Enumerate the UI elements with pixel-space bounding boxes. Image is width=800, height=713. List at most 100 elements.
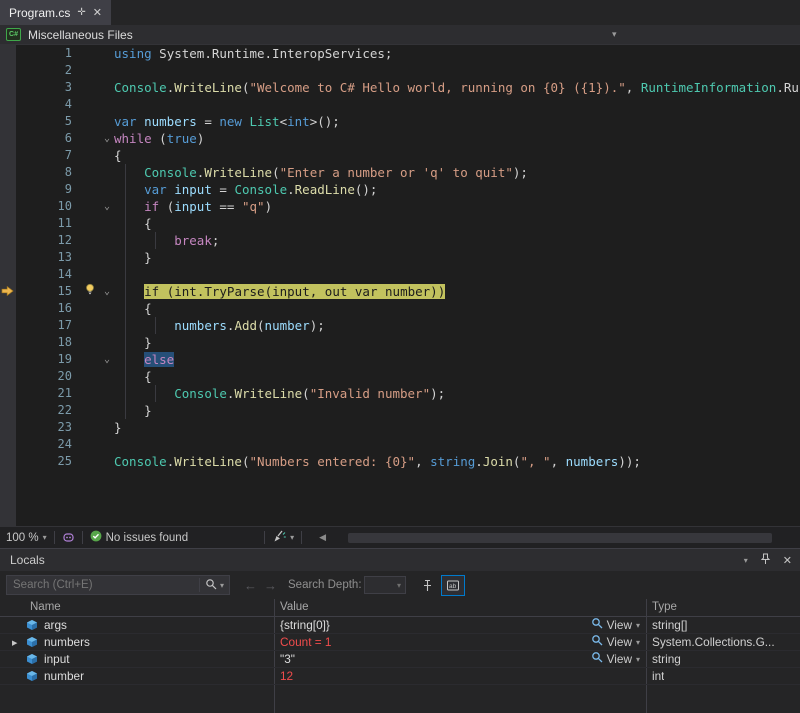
code-text[interactable]: if (int.TryParse(input, out var number)) [114,283,800,300]
line-number: 5 [16,113,80,130]
code-text[interactable]: { [114,368,800,385]
fold-chevron-icon[interactable]: ⌄ [100,351,114,368]
code-text[interactable]: } [114,402,800,419]
locals-title-bar[interactable]: Locals ▾ ✕ [0,549,800,571]
code-text[interactable]: Console.WriteLine("Welcome to C# Hello w… [114,79,800,96]
column-header-type[interactable]: Type [652,601,677,613]
code-text[interactable]: var numbers = new List<int>(); [114,113,800,130]
code-line[interactable]: 2 [0,62,800,79]
code-text[interactable]: } [114,249,800,266]
search-depth-combo[interactable]: ▾ [364,576,406,594]
lightbulb-icon[interactable] [80,283,100,300]
search-forward-arrow-icon[interactable]: → [264,578,277,593]
glyph-margin [80,232,100,249]
pin-icon[interactable] [760,553,771,568]
scrollbar-left-arrow[interactable]: ◀ [319,532,326,543]
code-text[interactable] [114,62,800,79]
view-visualizer-button[interactable]: View▾ [591,617,640,634]
locals-row-args[interactable]: args{string[0]}View▾string[] [0,617,800,634]
glyph-margin [80,96,100,113]
line-number: 7 [16,147,80,164]
horizontal-scrollbar-thumb[interactable] [348,533,772,543]
code-line[interactable]: 4 [0,96,800,113]
code-line[interactable]: 19⌄ else [0,351,800,368]
window-position-icon[interactable]: ▾ [744,556,748,565]
pin-to-source-icon[interactable] [416,575,438,596]
code-text[interactable]: Console.WriteLine("Numbers entered: {0}"… [114,453,800,470]
code-line[interactable]: 12 break; [0,232,800,249]
code-text[interactable]: { [114,147,800,164]
fold-chevron-icon[interactable]: ⌄ [100,130,114,147]
code-line[interactable]: 25Console.WriteLine("Numbers entered: {0… [0,453,800,470]
code-area[interactable]: 1using System.Runtime.InteropServices;23… [0,45,800,470]
view-visualizer-button[interactable]: View▾ [591,634,640,651]
code-text[interactable]: using System.Runtime.InteropServices; [114,45,800,62]
code-line[interactable]: 16 { [0,300,800,317]
fold-chevron-icon[interactable]: ⌄ [100,283,114,300]
code-line[interactable]: 23} [0,419,800,436]
code-text[interactable] [114,266,800,283]
code-line[interactable]: 8 Console.WriteLine("Enter a number or '… [0,164,800,181]
expand-toggle-icon[interactable]: ▶ [12,635,17,652]
variable-value: {string[0]} [280,617,330,634]
tab-program-cs[interactable]: Program.cs ✛ ✕ [0,0,111,25]
code-line[interactable]: 18 } [0,334,800,351]
code-text[interactable]: else [114,351,800,368]
text-visualizer-toggle-icon[interactable]: ab [441,575,465,596]
code-cleanup-button[interactable]: ▾ [272,530,294,546]
code-text[interactable]: } [114,334,800,351]
code-line[interactable]: 5 var numbers = new List<int>(); [0,113,800,130]
code-text[interactable]: } [114,419,800,436]
code-line[interactable]: 1using System.Runtime.InteropServices; [0,45,800,62]
copilot-status-icon[interactable] [62,531,75,544]
view-visualizer-button[interactable]: View▾ [591,651,640,668]
code-line[interactable]: 15⌄ if (int.TryParse(input, out var numb… [0,283,800,300]
grid-header-row[interactable]: Name Value Type [0,599,800,617]
code-text[interactable] [114,96,800,113]
code-text[interactable]: { [114,300,800,317]
code-line[interactable]: 7{ [0,147,800,164]
variable-type: System.Collections.G... [652,634,775,651]
document-health-indicator[interactable]: No issues found [90,530,188,545]
code-text[interactable]: numbers.Add(number); [114,317,800,334]
code-text[interactable]: Console.WriteLine("Invalid number"); [114,385,800,402]
zoom-control[interactable]: 100 % ▾ [0,532,47,544]
locals-row-input[interactable]: input"3"View▾string [0,651,800,668]
code-line[interactable]: 11 { [0,215,800,232]
locals-row-number[interactable]: number12int [0,668,800,685]
navigation-bar[interactable]: C# Miscellaneous Files ▾ [0,25,800,45]
code-line[interactable]: 24 [0,436,800,453]
column-header-name[interactable]: Name [30,601,61,613]
code-line[interactable]: 17 numbers.Add(number); [0,317,800,334]
code-text[interactable]: break; [114,232,800,249]
close-icon[interactable]: ✕ [783,554,792,567]
code-line[interactable]: 9 var input = Console.ReadLine(); [0,181,800,198]
code-line[interactable]: 14 [0,266,800,283]
code-line[interactable]: 21 Console.WriteLine("Invalid number"); [0,385,800,402]
line-number: 21 [16,385,80,402]
close-tab-icon[interactable]: ✕ [93,6,102,19]
search-back-arrow-icon[interactable]: ← [244,578,257,593]
code-text[interactable]: var input = Console.ReadLine(); [114,181,800,198]
code-editor[interactable]: 1using System.Runtime.InteropServices;23… [0,45,800,526]
chevron-down-icon[interactable]: ▾ [220,581,224,590]
code-line[interactable]: 6⌄while (true) [0,130,800,147]
variable-value: 12 [280,668,293,685]
locals-row-numbers[interactable]: ▶numbersCount = 1View▾System.Collections… [0,634,800,651]
code-line[interactable]: 10⌄ if (input == "q") [0,198,800,215]
code-line[interactable]: 3Console.WriteLine("Welcome to C# Hello … [0,79,800,96]
column-header-value[interactable]: Value [280,601,309,613]
search-input[interactable] [7,579,199,591]
code-text[interactable]: Console.WriteLine("Enter a number or 'q'… [114,164,800,181]
code-text[interactable]: { [114,215,800,232]
code-line[interactable]: 13 } [0,249,800,266]
code-text[interactable]: while (true) [114,130,800,147]
fold-chevron-icon[interactable]: ⌄ [100,198,114,215]
chevron-down-icon[interactable]: ▾ [612,29,617,40]
code-text[interactable] [114,436,800,453]
search-box[interactable]: ▾ [6,575,230,595]
code-text[interactable]: if (input == "q") [114,198,800,215]
code-line[interactable]: 22 } [0,402,800,419]
code-line[interactable]: 20 { [0,368,800,385]
search-icon[interactable] [205,578,217,593]
